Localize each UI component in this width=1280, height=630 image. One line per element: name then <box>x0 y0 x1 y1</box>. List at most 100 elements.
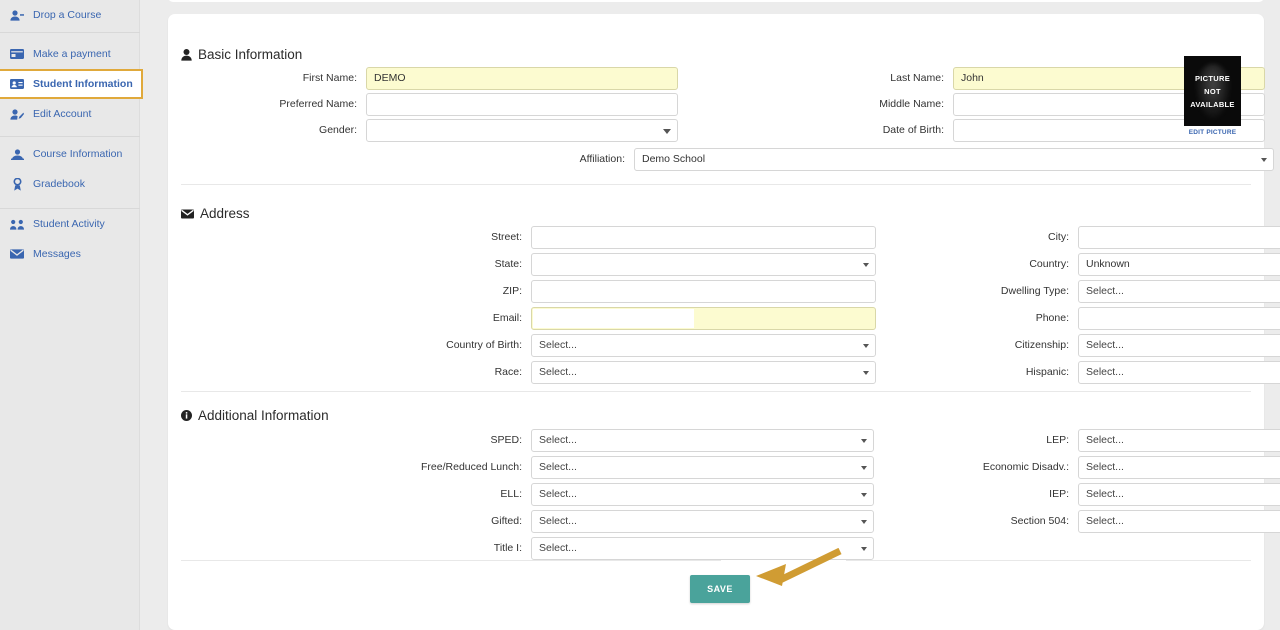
select-gender[interactable] <box>366 119 678 142</box>
input-first-name[interactable]: DEMO <box>366 67 678 90</box>
label-affiliation: Affiliation: <box>449 154 634 165</box>
person-icon <box>181 49 192 61</box>
envelope-icon <box>8 247 26 261</box>
value-country-of-birth: Select... <box>539 339 577 351</box>
sidebar: Drop a Course Make a payment Student Infor… <box>0 0 140 630</box>
form-row-economic-disadv: Economic Disadv.: Select... <box>823 455 1280 479</box>
sidebar-item-student-activity[interactable]: Student Activity <box>0 209 140 239</box>
credit-card-icon <box>8 47 26 61</box>
label-lep: LEP: <box>823 435 1078 446</box>
sidebar-separator <box>0 136 140 137</box>
label-economic-disadv: Economic Disadv.: <box>823 462 1078 473</box>
divider-footer-right <box>846 560 1251 561</box>
form-row-street: Street: <box>181 225 876 249</box>
sidebar-item-course-information[interactable]: Course Information <box>0 139 140 169</box>
value-section-504: Select... <box>1086 515 1124 527</box>
value-lep: Select... <box>1086 434 1124 446</box>
value-last-name: John <box>961 72 984 84</box>
label-first-name: First Name: <box>181 73 366 84</box>
award-icon <box>8 177 26 191</box>
form-row-iep: IEP:Select... <box>823 482 1280 506</box>
value-ell: Select... <box>539 488 577 500</box>
chevron-down-icon <box>861 547 867 551</box>
label-country: Country: <box>823 259 1078 270</box>
form-row-dwelling-type: Dwelling Type:Select... <box>823 279 1280 303</box>
form-row-email: Email: <box>181 306 876 330</box>
edit-picture-link[interactable]: EDIT PICTURE <box>1184 129 1241 136</box>
sidebar-item-label: Gradebook <box>33 179 85 190</box>
select-iep[interactable]: Select... <box>1078 483 1280 506</box>
save-button[interactable]: SAVE <box>690 575 750 603</box>
info-circle-icon <box>181 410 192 421</box>
sidebar-item-label: Student Information <box>33 79 133 90</box>
form-row-zip: ZIP: <box>181 279 876 303</box>
sidebar-item-edit-account[interactable]: Edit Account <box>0 99 140 129</box>
label-section-504: Section 504: <box>823 516 1078 527</box>
label-email: Email: <box>181 313 531 324</box>
sidebar-item-label: Drop a Course <box>33 10 101 21</box>
chalkboard-icon <box>8 147 26 161</box>
sidebar-item-label: Make a payment <box>33 49 111 60</box>
select-country[interactable]: Unknown <box>1078 253 1280 276</box>
value-title-i: Select... <box>539 542 577 554</box>
form-row-race: Race: Select... <box>181 360 876 384</box>
sidebar-item-messages[interactable]: Messages <box>0 239 140 269</box>
sidebar-item-make-a-payment[interactable]: Make a payment <box>0 39 140 69</box>
input-phone[interactable] <box>1078 307 1280 330</box>
select-hispanic[interactable]: Select... <box>1078 361 1280 384</box>
student-information-card: Basic Information First Name:DEMOPreferr… <box>168 14 1264 630</box>
user-minus-icon <box>8 8 26 22</box>
form-row-preferred-name: Preferred Name: <box>181 92 678 116</box>
sidebar-item-student-information[interactable]: Student Information <box>0 69 143 99</box>
label-phone: Phone: <box>823 313 1078 324</box>
value-economic-disadv: Select... <box>1086 461 1124 473</box>
label-street: Street: <box>181 232 531 243</box>
select-lep[interactable]: Select... <box>1078 429 1280 452</box>
divider-basic-address <box>181 184 1251 185</box>
value-country: Unknown <box>1086 258 1130 270</box>
select-affiliation[interactable]: Demo School <box>634 148 1274 171</box>
section-header-address: Address <box>181 206 250 221</box>
users-icon <box>8 217 26 231</box>
section-title-address: Address <box>200 206 250 221</box>
sidebar-item-label: Edit Account <box>33 109 91 120</box>
select-citizenship[interactable]: Select... <box>1078 334 1280 357</box>
label-preferred-name: Preferred Name: <box>181 99 366 110</box>
picture-text-line3: AVAILABLE <box>1190 98 1235 111</box>
label-gender: Gender: <box>181 125 366 136</box>
input-city[interactable] <box>1078 226 1280 249</box>
form-row-state: State: <box>181 252 876 276</box>
sidebar-item-gradebook[interactable]: Gradebook <box>0 169 140 199</box>
form-row-lep: LEP: Select... <box>823 428 1280 452</box>
sidebar-item-drop-a-course[interactable]: Drop a Course <box>0 0 140 30</box>
divider-address-additional <box>181 391 1251 392</box>
label-title-i: Title I: <box>181 543 531 554</box>
form-row-hispanic: Hispanic:Select... <box>823 360 1280 384</box>
section-title-basic-information: Basic Information <box>198 47 302 62</box>
chevron-down-icon <box>1261 158 1267 162</box>
label-citizenship: Citizenship: <box>823 340 1078 351</box>
value-free-reduced-lunch: Select... <box>539 461 577 473</box>
form-row-first-name: First Name:DEMO <box>181 66 678 90</box>
value-race: Select... <box>539 366 577 378</box>
form-row-country: Country: Unknown <box>823 252 1280 276</box>
form-row-section-504: Section 504: Select... <box>823 509 1280 533</box>
label-race: Race: <box>181 367 531 378</box>
form-row-phone: Phone: <box>823 306 1280 330</box>
select-section-504[interactable]: Select... <box>1078 510 1280 533</box>
select-dwelling-type[interactable]: Select... <box>1078 280 1280 303</box>
select-economic-disadv[interactable]: Select... <box>1078 456 1280 479</box>
user-edit-icon <box>8 107 26 121</box>
sidebar-separator <box>0 32 140 33</box>
email-autofill-region <box>533 309 694 328</box>
divider-footer-left <box>181 560 721 561</box>
form-row-ell: ELL: Select... <box>181 482 874 506</box>
input-preferred-name[interactable] <box>366 93 678 116</box>
value-hispanic: Select... <box>1086 366 1124 378</box>
label-ell: ELL: <box>181 489 531 500</box>
value-affiliation: Demo School <box>642 153 705 165</box>
form-row-country-of-birth: Country of Birth:Select... <box>181 333 876 357</box>
label-state: State: <box>181 259 531 270</box>
form-row-citizenship: Citizenship:Select... <box>823 333 1280 357</box>
form-row-city: City: <box>823 225 1280 249</box>
